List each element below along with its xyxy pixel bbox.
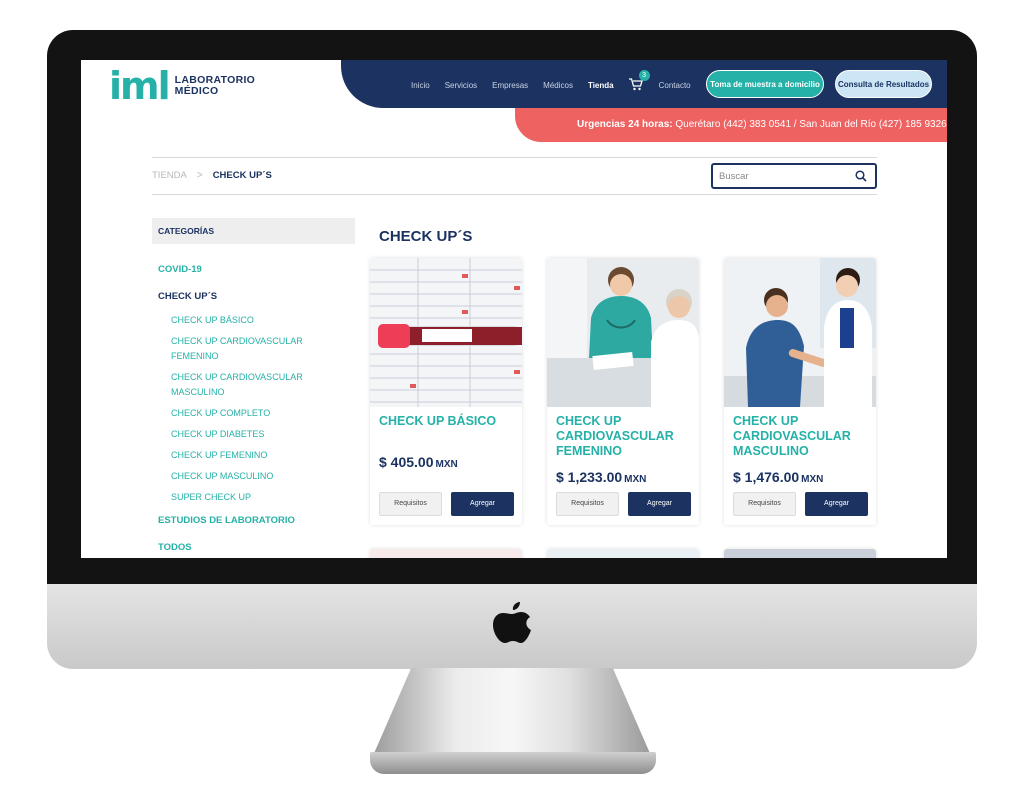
product-price: $ 405.00 MXN — [379, 454, 458, 470]
apple-logo-icon — [493, 602, 531, 643]
add-to-cart-button[interactable]: Agregar — [805, 492, 868, 516]
sidebar-subitem-diabetes[interactable]: CHECK UP DIABETES — [171, 427, 331, 442]
sidebar-item-checkups[interactable]: CHECK UP´S — [158, 289, 217, 304]
website-screen: Urgencias 24 horas: Querétaro (442) 383 … — [81, 60, 947, 558]
nav-item-medicos[interactable]: Médicos — [543, 81, 573, 90]
product-card: CHECK UP BÁSICO $ 405.00 MXN Requisitos A… — [370, 258, 522, 525]
breadcrumb-root[interactable]: TIENDA — [152, 170, 187, 181]
page-title: CHECK UP´S — [379, 228, 473, 245]
product-currency: MXN — [801, 474, 824, 485]
nav-item-empresas[interactable]: Empresas — [492, 81, 528, 90]
search-input[interactable] — [719, 165, 849, 187]
logo-mark: iml — [109, 64, 171, 108]
logo-line-2: MÉDICO — [174, 85, 219, 97]
results-button[interactable]: Consulta de Resultados — [835, 70, 932, 98]
product-price: $ 1,476.00 MXN — [733, 469, 823, 485]
sidebar-item-todos[interactable]: TODOS — [158, 540, 192, 555]
add-to-cart-button[interactable]: Agregar — [628, 492, 691, 516]
requirements-button[interactable]: Requisitos — [556, 492, 619, 516]
product-image-blood-sample[interactable] — [370, 258, 522, 407]
categories-header: CATEGORÍAS — [152, 218, 355, 244]
sidebar-subitem-completo[interactable]: CHECK UP COMPLETO — [171, 406, 331, 421]
product-card-partial — [370, 549, 522, 558]
product-name[interactable]: CHECK UP CARDIOVASCULAR FEMENINO — [556, 414, 696, 459]
urgent-phones: Querétaro (442) 383 0541 / San Juan del … — [672, 119, 947, 130]
urgent-contact-bar: Urgencias 24 horas: Querétaro (442) 383 … — [515, 108, 947, 142]
breadcrumb-separator-icon: > — [196, 170, 203, 181]
search-icon[interactable] — [855, 170, 867, 182]
cart-button[interactable]: 3 — [628, 70, 650, 92]
product-card: CHECK UP CARDIOVASCULAR MASCULINO $ 1,47… — [724, 258, 876, 525]
nav-item-contacto[interactable]: Contacto — [659, 81, 691, 90]
requirements-button[interactable]: Requisitos — [379, 492, 442, 516]
cart-count-badge: 3 — [638, 70, 650, 81]
breadcrumb: TIENDA > CHECK UP´S — [152, 170, 272, 181]
product-currency: MXN — [435, 459, 458, 470]
monitor-stand-neck — [372, 668, 652, 758]
nav-item-inicio[interactable]: Inicio — [411, 81, 430, 90]
product-name[interactable]: CHECK UP CARDIOVASCULAR MASCULINO — [733, 414, 873, 459]
add-to-cart-button[interactable]: Agregar — [451, 492, 514, 516]
product-currency: MXN — [624, 474, 647, 485]
product-card: CHECK UP CARDIOVASCULAR FEMENINO $ 1,233… — [547, 258, 699, 525]
urgent-label: Urgencias 24 horas: — [577, 119, 673, 130]
product-card-partial — [724, 549, 876, 558]
nav-item-servicios[interactable]: Servicios — [445, 81, 477, 90]
product-image-nurse-patient[interactable] — [547, 258, 699, 407]
product-image-doctor-patient[interactable] — [724, 258, 876, 407]
sidebar-subitem-femenino[interactable]: CHECK UP FEMENINO — [171, 448, 331, 463]
product-price-value: $ 405.00 — [379, 454, 434, 470]
product-price-value: $ 1,233.00 — [556, 469, 623, 485]
product-price: $ 1,233.00 MXN — [556, 469, 646, 485]
sidebar-subitem-super[interactable]: SUPER CHECK UP — [171, 490, 331, 505]
sidebar-subitem-cardio-masculino[interactable]: CHECK UP CARDIOVASCULAR MASCULINO — [171, 370, 331, 400]
main-nav: Inicio Servicios Empresas Médicos Tienda… — [411, 70, 706, 92]
product-name[interactable]: CHECK UP BÁSICO — [379, 414, 519, 429]
sidebar-item-covid[interactable]: COVID-19 — [158, 262, 202, 277]
sidebar-subitem-masculino[interactable]: CHECK UP MASCULINO — [171, 469, 331, 484]
site-logo[interactable]: iml LABORATORIO MÉDICO — [109, 64, 256, 108]
monitor-stand-foot — [370, 752, 656, 774]
breadcrumb-row: TIENDA > CHECK UP´S — [152, 157, 877, 195]
product-price-value: $ 1,476.00 — [733, 469, 800, 485]
search-box — [711, 163, 877, 189]
sidebar-item-estudios[interactable]: ESTUDIOS DE LABORATORIO — [158, 513, 295, 528]
sidebar-subitem-cardio-femenino[interactable]: CHECK UP CARDIOVASCULAR FEMENINO — [171, 334, 331, 364]
logo-text: LABORATORIO MÉDICO — [175, 75, 256, 97]
breadcrumb-current: CHECK UP´S — [212, 170, 272, 181]
product-card-partial — [547, 549, 699, 558]
home-sample-button[interactable]: Toma de muestra a domicilio — [706, 70, 824, 98]
nav-item-tienda[interactable]: Tienda — [588, 81, 614, 90]
requirements-button[interactable]: Requisitos — [733, 492, 796, 516]
sidebar-subitem-basico[interactable]: CHECK UP BÁSICO — [171, 313, 331, 328]
